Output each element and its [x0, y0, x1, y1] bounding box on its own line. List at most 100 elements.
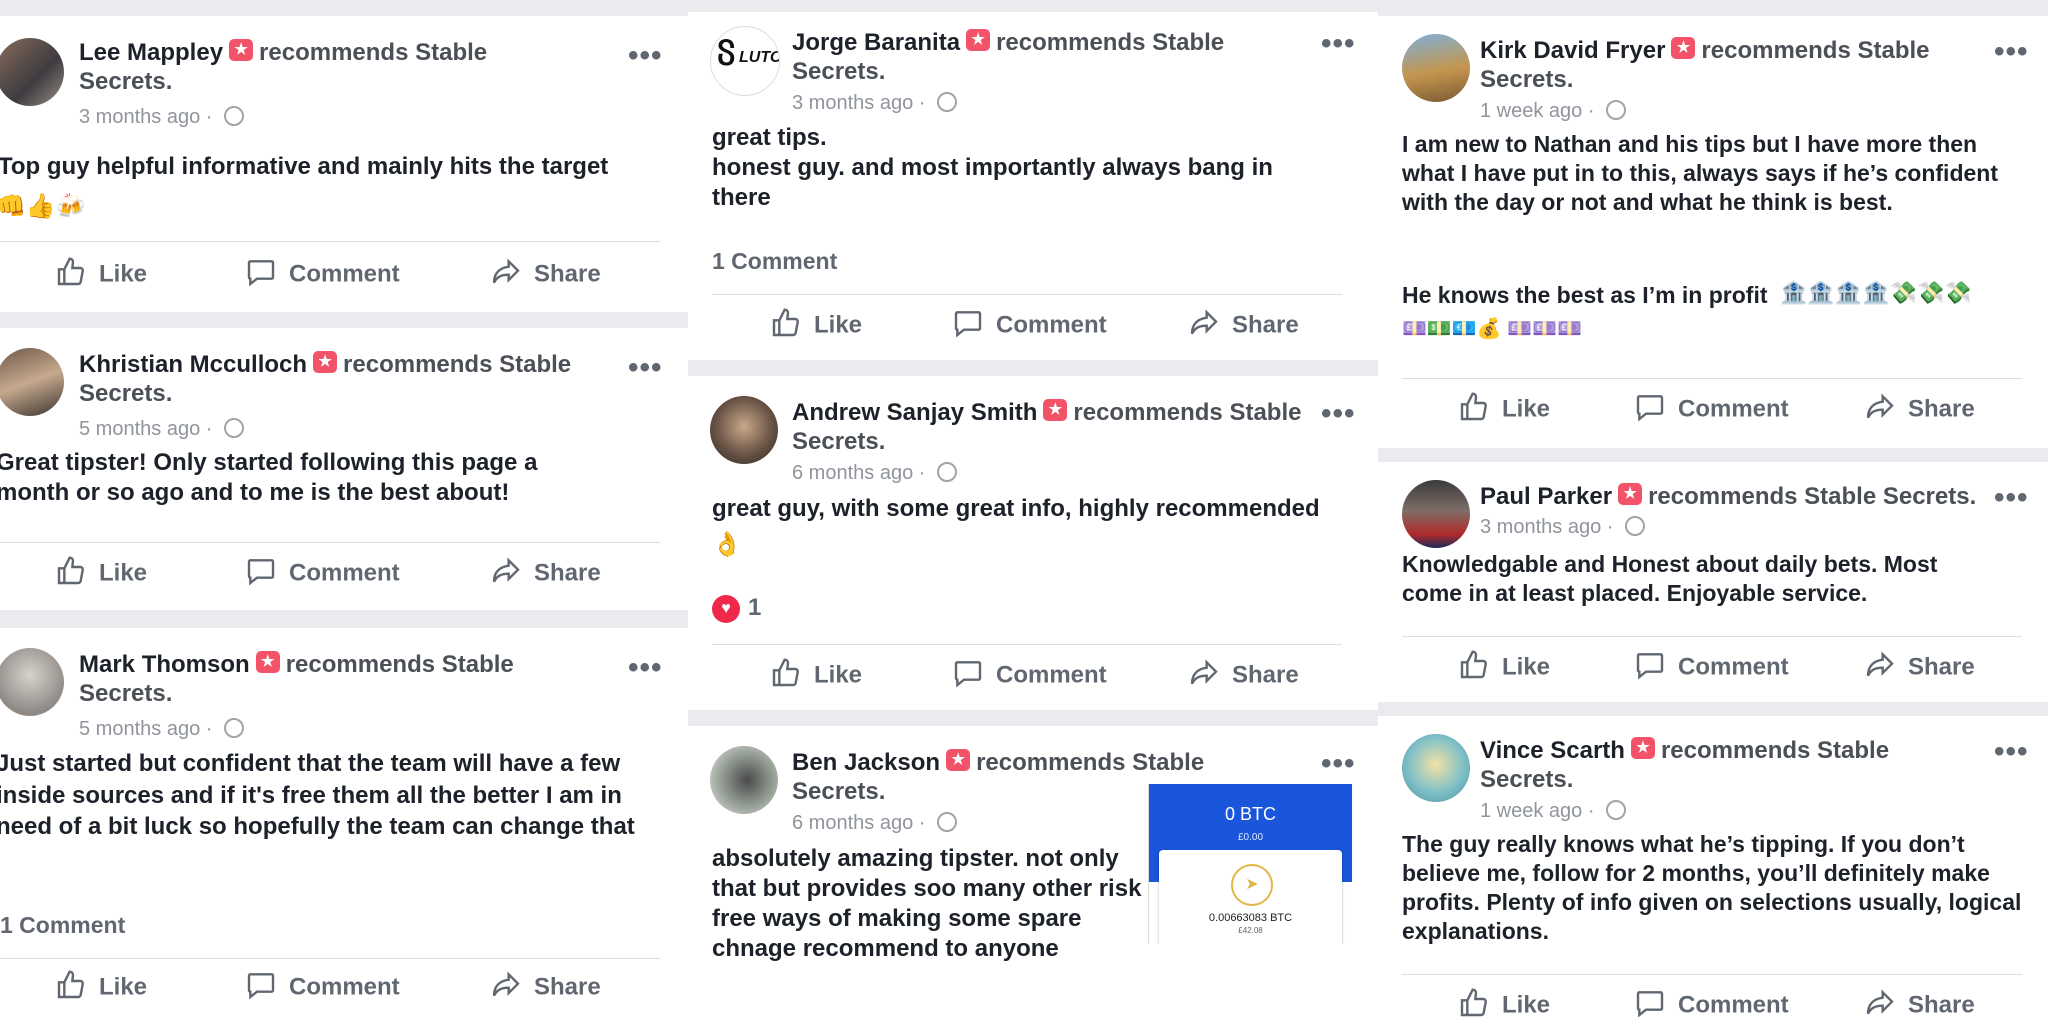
more-options-icon[interactable]: ••• [628, 353, 663, 383]
avatar[interactable] [1402, 34, 1470, 102]
timestamp[interactable]: 3 months ago [792, 92, 913, 114]
share-button[interactable]: Share [1188, 659, 1299, 692]
reviewer-name[interactable]: Andrew Sanjay Smith [792, 399, 1037, 426]
review-header: Kirk David Fryer ★ recommends Stable Secre… [1480, 36, 1980, 94]
share-button[interactable]: Share [1864, 393, 1975, 426]
wallet-screenshot-attachment[interactable]: 0 BTC £0.00 ➤ 0.00663083 BTC £42.08 [1148, 784, 1352, 944]
comment-button[interactable]: Comment [1634, 990, 1789, 1019]
send-icon: ➤ [1231, 864, 1273, 906]
thumbs-up-icon [57, 970, 84, 999]
timestamp[interactable]: 5 months ago [79, 718, 200, 740]
timestamp[interactable]: 5 months ago [79, 418, 200, 440]
share-button[interactable]: Share [490, 971, 601, 1004]
timestamp[interactable]: 1 week ago [1480, 800, 1582, 822]
more-options-icon[interactable]: ••• [1321, 749, 1356, 779]
reviewer-name[interactable]: Vince Scarth [1480, 737, 1625, 764]
avatar[interactable] [0, 38, 64, 106]
avatar[interactable] [710, 396, 778, 464]
page-name[interactable]: Secrets. [792, 428, 885, 455]
timestamp[interactable]: 3 months ago [79, 106, 200, 128]
timestamp[interactable]: 1 week ago [1480, 100, 1582, 122]
like-button[interactable]: Like [55, 556, 147, 590]
review-card: Andrew Sanjay Smith ★ recommends Stable Se… [688, 376, 1378, 710]
comment-button[interactable]: Comment [1634, 394, 1789, 426]
divider [0, 542, 660, 543]
reviewer-name[interactable]: Lee Mappley [79, 39, 223, 66]
globe-icon [223, 105, 244, 126]
comment-button[interactable]: Comment [245, 972, 400, 1004]
avatar[interactable] [0, 348, 64, 416]
star-icon: ★ [1618, 483, 1643, 505]
share-button[interactable]: Share [1864, 651, 1975, 684]
divider [1402, 378, 2022, 379]
page-name[interactable]: Secrets. [1480, 766, 1573, 793]
review-text: Knowledgable and Honest about daily bets… [1402, 551, 1938, 606]
avatar[interactable] [1402, 480, 1470, 548]
like-button[interactable]: Like [770, 308, 862, 342]
star-icon: ★ [1043, 399, 1068, 421]
post-meta: 1 week ago · [1480, 799, 1627, 823]
more-options-icon[interactable]: ••• [628, 653, 663, 683]
like-button[interactable]: Like [1458, 650, 1550, 684]
comment-button[interactable]: Comment [952, 310, 1107, 342]
timestamp[interactable]: 3 months ago [1480, 516, 1601, 538]
comment-button[interactable]: Comment [245, 558, 400, 590]
review-card: Paul Parker ★ recommends Stable Secrets. 3… [1378, 462, 2048, 702]
reviewer-name[interactable]: Khristian Mcculloch [79, 351, 307, 378]
page-name[interactable]: Secrets. [792, 778, 885, 805]
page-name[interactable]: Secrets. [792, 58, 885, 85]
more-options-icon[interactable]: ••• [1321, 29, 1356, 59]
thumbs-up-icon [1460, 988, 1487, 1017]
comment-button[interactable]: Comment [952, 660, 1107, 692]
comment-icon [954, 661, 982, 688]
page-name[interactable]: Secrets. [79, 68, 172, 95]
avatar[interactable] [0, 648, 64, 716]
reaction-count[interactable]: ♥ 1 [712, 594, 761, 623]
globe-icon [936, 91, 957, 112]
avatar-text: LUTO [739, 49, 780, 66]
thumbs-up-icon [57, 556, 84, 585]
avatar[interactable]: ჽ LUTO [710, 26, 780, 96]
more-options-icon[interactable]: ••• [1994, 483, 2029, 513]
avatar[interactable] [1402, 734, 1470, 802]
share-button[interactable]: Share [1188, 309, 1299, 342]
wallet-balance: 0 BTC [1224, 804, 1276, 824]
more-options-icon[interactable]: ••• [1994, 37, 2029, 67]
more-options-icon[interactable]: ••• [1321, 399, 1356, 429]
share-icon [1866, 393, 1894, 419]
reviewer-name[interactable]: Ben Jackson [792, 749, 940, 776]
like-button[interactable]: Like [55, 257, 147, 291]
page-name[interactable]: Secrets. [79, 380, 172, 407]
divider [0, 241, 660, 242]
emoji-row: 👊👍🍻 [0, 193, 86, 220]
page-name[interactable]: Secrets. [1480, 66, 1573, 93]
share-icon [1190, 659, 1218, 685]
timestamp[interactable]: 6 months ago [792, 812, 913, 834]
reviewer-name[interactable]: Jorge Baranita [792, 29, 960, 56]
comment-count[interactable]: 1 Comment [0, 912, 125, 939]
comment-count[interactable]: 1 Comment [712, 248, 837, 275]
more-options-icon[interactable]: ••• [1994, 737, 2029, 767]
share-button[interactable]: Share [1864, 989, 1975, 1019]
review-header: Vince Scarth ★ recommends Stable Secrets. [1480, 736, 2000, 794]
avatar[interactable] [710, 746, 778, 814]
share-button[interactable]: Share [490, 258, 601, 291]
like-button[interactable]: Like [1458, 988, 1550, 1019]
reviewer-name[interactable]: Kirk David Fryer [1480, 37, 1665, 64]
like-button[interactable]: Like [770, 658, 862, 692]
reviewer-name[interactable]: Mark Thomson [79, 651, 250, 678]
like-button[interactable]: Like [1458, 392, 1550, 426]
more-options-icon[interactable]: ••• [628, 41, 663, 71]
post-meta: 1 week ago · [1480, 99, 1627, 123]
wallet-amount-fiat: £42.08 [1238, 926, 1263, 935]
review-text: absolutely amazing tipster. not only tha… [712, 845, 1142, 962]
emoji-row: 🏦🏦🏦🏦💸💸💸 [1780, 280, 1972, 305]
comment-button[interactable]: Comment [245, 259, 400, 291]
reviewer-name[interactable]: Paul Parker [1480, 483, 1612, 510]
like-button[interactable]: Like [55, 970, 147, 1004]
review-text: The guy really knows what he’s tipping. … [1402, 831, 2022, 944]
share-button[interactable]: Share [490, 557, 601, 590]
page-name[interactable]: Secrets. [79, 680, 172, 707]
timestamp[interactable]: 6 months ago [792, 462, 913, 484]
comment-button[interactable]: Comment [1634, 652, 1789, 684]
